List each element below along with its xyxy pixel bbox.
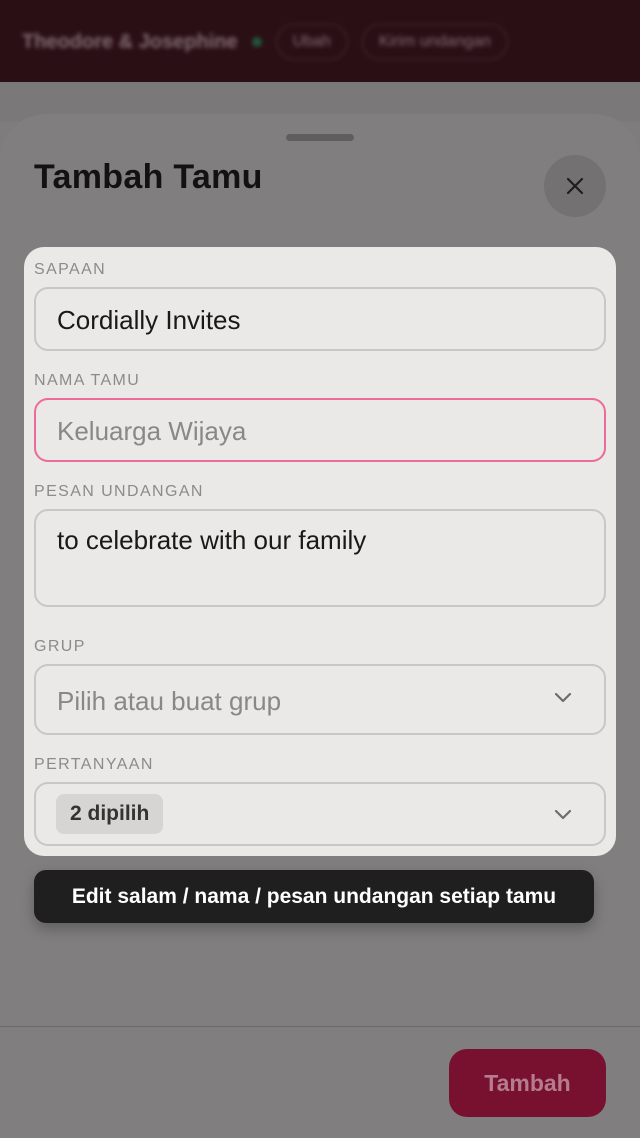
greeting-input[interactable]: Cordially Invites [34, 287, 606, 351]
group-placeholder: Pilih atau buat grup [57, 686, 282, 716]
group-select[interactable]: Pilih atau buat grup [34, 664, 606, 735]
message-value: to celebrate with our family [57, 525, 367, 555]
guest-name-placeholder: Keluarga Wijaya [57, 416, 247, 446]
message-label: PESAN UNDANGAN [34, 483, 204, 500]
greeting-value: Cordially Invites [57, 305, 241, 335]
close-icon [566, 177, 584, 195]
online-status-dot [251, 37, 262, 47]
questions-label: PERTANYAAN [34, 756, 154, 773]
group-label: GRUP [34, 638, 86, 655]
sheet-title: Tambah Tamu [34, 158, 263, 196]
add-guest-submit-button[interactable]: Tambah [449, 1049, 606, 1117]
questions-select[interactable]: 2 dipilih [34, 782, 606, 846]
background-app-header: Theodore & Josephine Ubah Kirim undangan [0, 0, 640, 82]
chevron-down-icon [554, 692, 572, 703]
message-textarea[interactable]: to celebrate with our family [34, 509, 606, 607]
guest-name-input[interactable]: Keluarga Wijaya [34, 398, 606, 462]
edit-button: Ubah [275, 24, 348, 60]
sheet-drag-handle[interactable] [286, 134, 354, 141]
couple-name: Theodore & Josephine [22, 30, 238, 53]
footer-divider [0, 1026, 640, 1027]
onboarding-tooltip: Edit salam / nama / pesan undangan setia… [34, 870, 594, 923]
questions-selected-chip: 2 dipilih [56, 794, 164, 834]
chevron-down-icon [554, 809, 572, 820]
guest-form-card: SAPAAN Cordially Invites NAMA TAMU Kelua… [24, 247, 616, 856]
close-button[interactable] [544, 155, 606, 217]
greeting-label: SAPAAN [34, 261, 107, 278]
send-invitation-button: Kirim undangan [361, 24, 508, 60]
guest-name-label: NAMA TAMU [34, 372, 141, 389]
